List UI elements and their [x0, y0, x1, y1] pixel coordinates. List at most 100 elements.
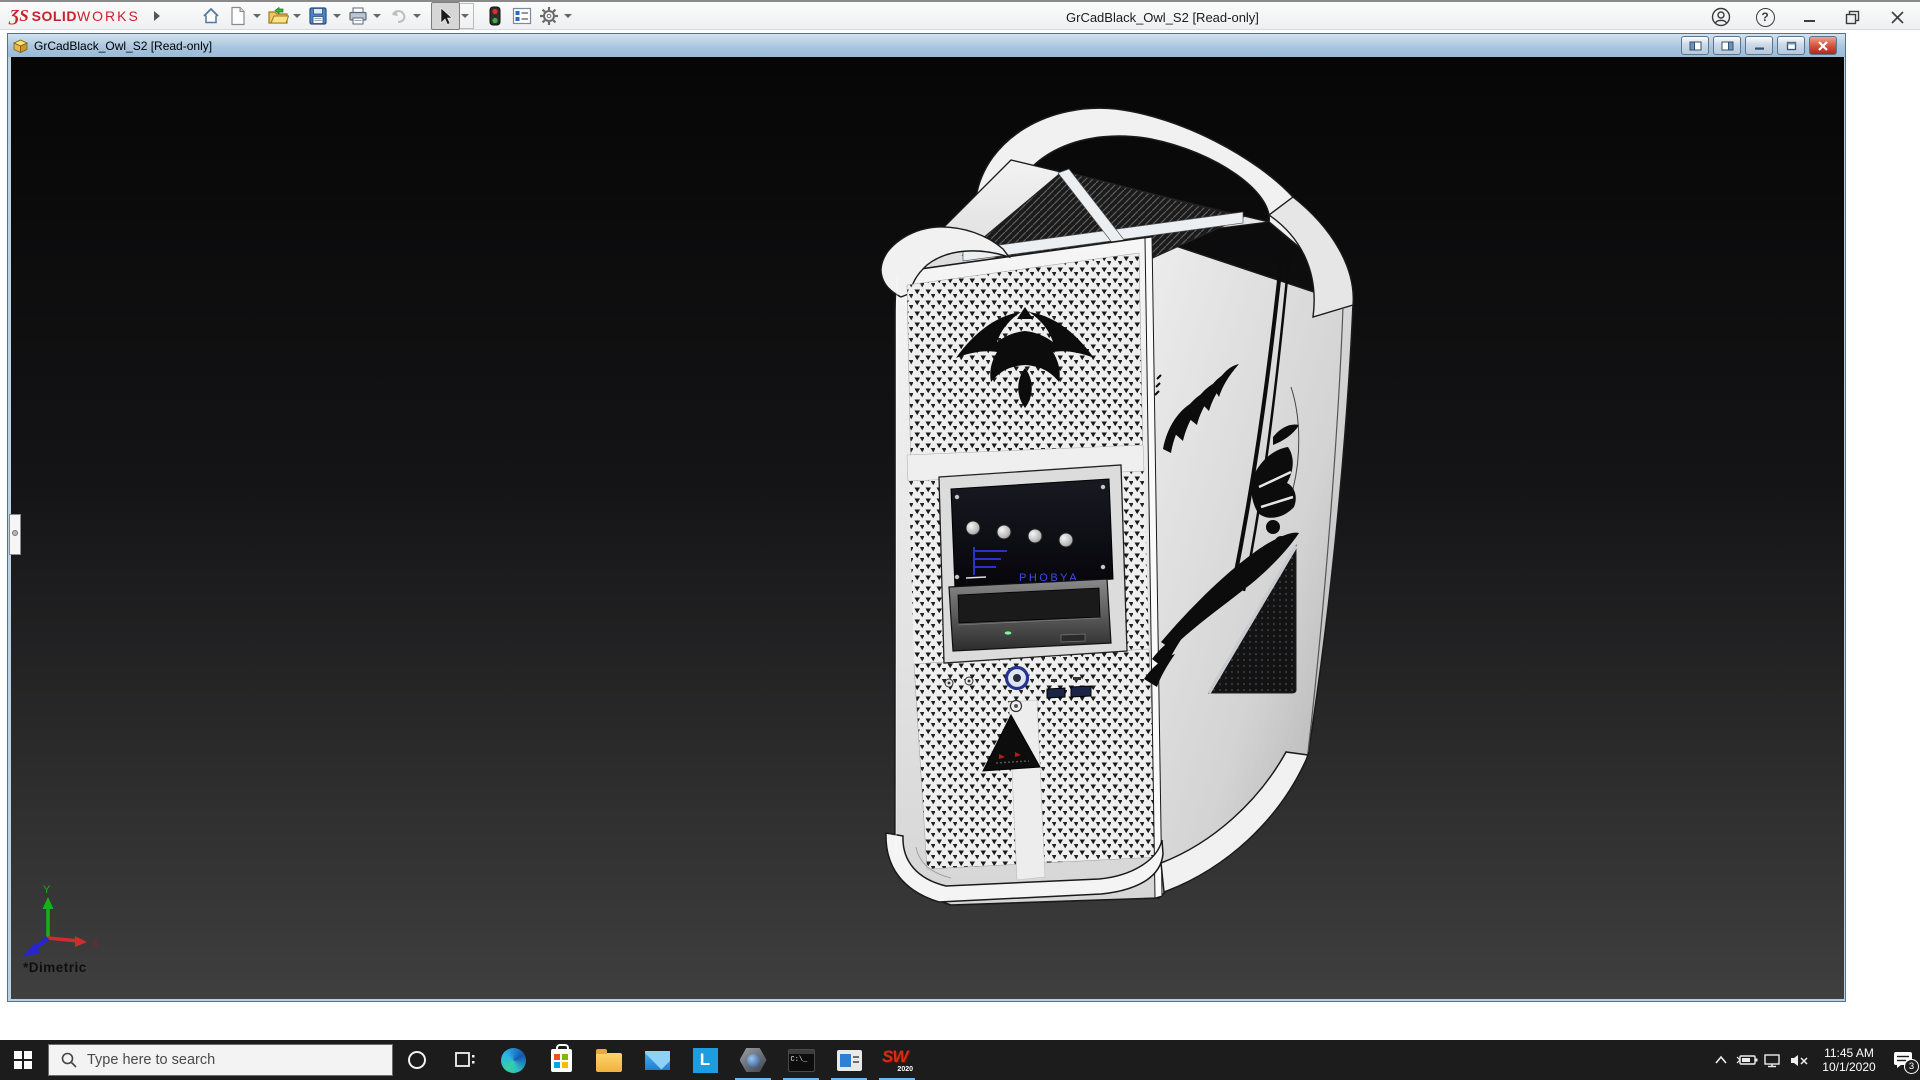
tray-network-button[interactable] [1760, 1040, 1786, 1080]
document-window-buttons [1681, 36, 1837, 55]
app-window-controls: ? [1710, 2, 1920, 32]
start-icon [14, 1051, 32, 1069]
split-pane-right-icon [1721, 41, 1734, 51]
app-title: GrCadBlack_Owl_S2 [Read-only] [1066, 2, 1259, 32]
triad-y-label: Y [43, 884, 51, 896]
close-icon [1890, 10, 1905, 25]
save-dropdown[interactable] [333, 14, 341, 18]
volume-muted-icon [1789, 1053, 1809, 1068]
menu-expander-arrow[interactable] [154, 11, 160, 21]
file-properties-button[interactable] [509, 3, 536, 29]
new-document-icon [229, 6, 247, 26]
desktop: { "app": { "brand": {"glyph": "ƷS", "bol… [0, 0, 1920, 1080]
doc-close-button[interactable] [1809, 36, 1837, 55]
taskbar-app-store[interactable] [537, 1040, 585, 1080]
featuremanager-flyout-tab[interactable] [9, 514, 21, 555]
standard-toolbar [198, 2, 576, 30]
select-tool-dropdown[interactable] [460, 3, 474, 29]
taskbar-app-l[interactable]: L [681, 1040, 729, 1080]
flyout-tab-dot [12, 530, 18, 536]
print-dropdown[interactable] [373, 14, 381, 18]
taskbar-app-file-explorer[interactable] [585, 1040, 633, 1080]
solidworks-icon: SW 2020 [882, 1047, 912, 1073]
media-app-icon [837, 1050, 862, 1071]
document-titlebar[interactable]: GrCadBlack_Owl_S2 [Read-only] [8, 34, 1845, 57]
task-view-button[interactable] [441, 1040, 489, 1080]
options-dropdown[interactable] [564, 14, 572, 18]
select-arrow-icon [436, 6, 454, 26]
taskbar-app-terminal[interactable]: C:\_ [777, 1040, 825, 1080]
logo-works: WORKS [77, 8, 140, 24]
tray-volume-button[interactable] [1786, 1040, 1812, 1080]
new-document-dropdown[interactable] [253, 14, 261, 18]
part-document-window: GrCadBlack_Owl_S2 [Read-only] [7, 33, 1846, 1002]
print-button[interactable] [345, 3, 372, 29]
taskbar-app-solidworks[interactable]: SW 2020 [873, 1040, 921, 1080]
new-document-button[interactable] [225, 3, 252, 29]
split-pane-left-button[interactable] [1681, 36, 1709, 55]
save-button[interactable] [305, 3, 332, 29]
taskbar-clock[interactable]: 11:45 AM 10/1/2020 [1818, 1046, 1880, 1074]
cortana-button[interactable] [393, 1040, 441, 1080]
start-button[interactable] [0, 1040, 46, 1080]
close-icon [1817, 41, 1829, 51]
taskbar-app-mail[interactable] [633, 1040, 681, 1080]
undo-button[interactable] [385, 3, 412, 29]
battery-icon [1736, 1053, 1758, 1067]
options-gear-icon [539, 6, 559, 26]
help-button[interactable]: ? [1754, 6, 1776, 28]
print-icon [348, 6, 368, 26]
minimize-button[interactable] [1798, 6, 1820, 28]
account-icon [1711, 7, 1731, 27]
split-pane-right-button[interactable] [1713, 36, 1741, 55]
tray-chevron-button[interactable] [1708, 1040, 1734, 1080]
3d-model-canvas[interactable]: PHOBYA [11, 57, 1844, 999]
orientation-triad[interactable]: Y X [22, 884, 99, 957]
logo-glyph: ƷS [10, 6, 29, 26]
l-app-icon: L [693, 1048, 718, 1073]
open-folder-icon [267, 6, 289, 26]
action-center-button[interactable]: 3 [1886, 1040, 1920, 1080]
taskbar-search[interactable] [48, 1044, 393, 1076]
search-input[interactable] [85, 1051, 349, 1069]
rebuild-button[interactable] [482, 3, 509, 29]
task-view-icon [454, 1050, 476, 1070]
account-button[interactable] [1710, 6, 1732, 28]
system-tray: 11:45 AM 10/1/2020 3 [1708, 1040, 1920, 1080]
select-tool-button[interactable] [431, 2, 460, 30]
dvd-drive[interactable] [949, 579, 1111, 651]
home-button[interactable] [198, 3, 225, 29]
view-orientation-label: *Dimetric [23, 960, 87, 975]
store-icon [551, 1049, 572, 1072]
usb-port[interactable] [1071, 686, 1091, 697]
doc-restore-button[interactable] [1777, 36, 1805, 55]
solidworks-logo: ƷS SOLID WORKS [10, 6, 140, 26]
tray-battery-button[interactable] [1734, 1040, 1760, 1080]
doc-minimize-button[interactable] [1745, 36, 1773, 55]
dvd-eject-button[interactable] [1061, 634, 1085, 642]
network-icon [1763, 1053, 1783, 1068]
taskbar-app-hexagon[interactable] [729, 1040, 777, 1080]
usb-port[interactable] [1047, 688, 1065, 698]
undo-icon [388, 6, 408, 26]
taskbar-app-edge[interactable] [489, 1040, 537, 1080]
restore-icon [1785, 41, 1798, 51]
triad-x-label: X [92, 939, 99, 950]
open-dropdown[interactable] [293, 14, 301, 18]
part-document-icon [12, 38, 29, 54]
undo-dropdown[interactable] [413, 14, 421, 18]
edge-icon [501, 1048, 526, 1073]
pc-case-model[interactable]: PHOBYA [881, 108, 1353, 905]
save-icon [308, 6, 328, 26]
chevron-up-icon [1714, 1055, 1728, 1065]
file-explorer-icon [596, 1053, 622, 1072]
options-button[interactable] [536, 3, 563, 29]
front-bay-panel[interactable]: PHOBYA [939, 465, 1127, 663]
close-button[interactable] [1886, 6, 1908, 28]
taskbar-app-media[interactable] [825, 1040, 873, 1080]
graphics-viewport[interactable]: PHOBYA [11, 57, 1844, 999]
terminal-icon: C:\_ [788, 1049, 815, 1072]
restore-button[interactable] [1842, 6, 1864, 28]
app-titlebar: ƷS SOLID WORKS [0, 0, 1920, 30]
open-button[interactable] [265, 3, 292, 29]
